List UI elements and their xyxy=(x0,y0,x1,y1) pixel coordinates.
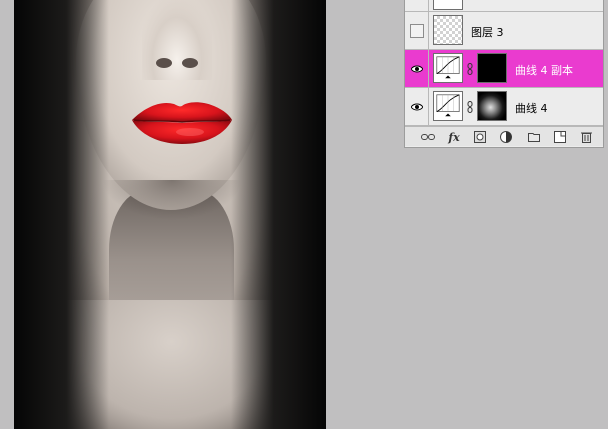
add-mask-icon[interactable] xyxy=(473,130,487,144)
layer-name[interactable]: 图层 3 xyxy=(471,24,504,40)
photo-red-lips xyxy=(132,102,232,144)
document-photo[interactable] xyxy=(14,0,326,429)
layer-visibility-cell[interactable] xyxy=(405,88,429,125)
photo-nostril-left xyxy=(156,58,172,68)
photo-hair-right xyxy=(231,0,326,429)
adjustment-layer-icon[interactable] xyxy=(499,130,513,144)
layer-visibility-cell[interactable] xyxy=(405,12,429,49)
eye-icon[interactable] xyxy=(411,103,423,111)
curves-adjustment-icon xyxy=(433,91,463,121)
layer-row-curves4-copy[interactable]: 曲线 4 副本 xyxy=(405,50,603,88)
delete-layer-icon[interactable] xyxy=(579,130,593,144)
photo-nose xyxy=(142,0,212,80)
new-group-icon[interactable] xyxy=(527,130,541,144)
mask-link-icon[interactable] xyxy=(467,63,473,75)
photo-chin-shadow xyxy=(102,180,242,220)
link-layers-icon[interactable] xyxy=(421,130,435,144)
layer-visibility-cell[interactable] xyxy=(405,50,429,87)
workspace-canvas[interactable]: 图层 3 曲线 4 副本 曲线 4 fx xyxy=(0,0,608,429)
layer-row-curves4[interactable]: 曲线 4 xyxy=(405,88,603,126)
layer-mask-thumbnail-face[interactable] xyxy=(477,91,507,121)
photo-hair-left xyxy=(14,0,109,429)
layer-style-icon[interactable]: fx xyxy=(447,130,461,144)
eye-icon[interactable] xyxy=(411,65,423,73)
new-layer-icon[interactable] xyxy=(553,130,567,144)
layer-name[interactable]: 曲线 4 xyxy=(515,100,548,116)
layer-thumbnail xyxy=(433,0,463,10)
layer-row-layer3[interactable]: 图层 3 xyxy=(405,12,603,50)
layer-thumbnail-transparent xyxy=(433,15,463,45)
visibility-toggle-empty[interactable] xyxy=(410,24,424,38)
photo-nostril-right xyxy=(182,58,198,68)
layer-name[interactable]: 曲线 4 副本 xyxy=(515,62,573,78)
layers-panel-toolbar: fx xyxy=(405,126,603,146)
layer-visibility-cell[interactable] xyxy=(405,0,429,11)
layers-panel[interactable]: 图层 3 曲线 4 副本 曲线 4 fx xyxy=(404,0,604,148)
layer-mask-thumbnail-black[interactable] xyxy=(477,53,507,83)
mask-link-icon[interactable] xyxy=(467,101,473,113)
layer-row-partial[interactable] xyxy=(405,0,603,12)
curves-adjustment-icon xyxy=(433,53,463,83)
